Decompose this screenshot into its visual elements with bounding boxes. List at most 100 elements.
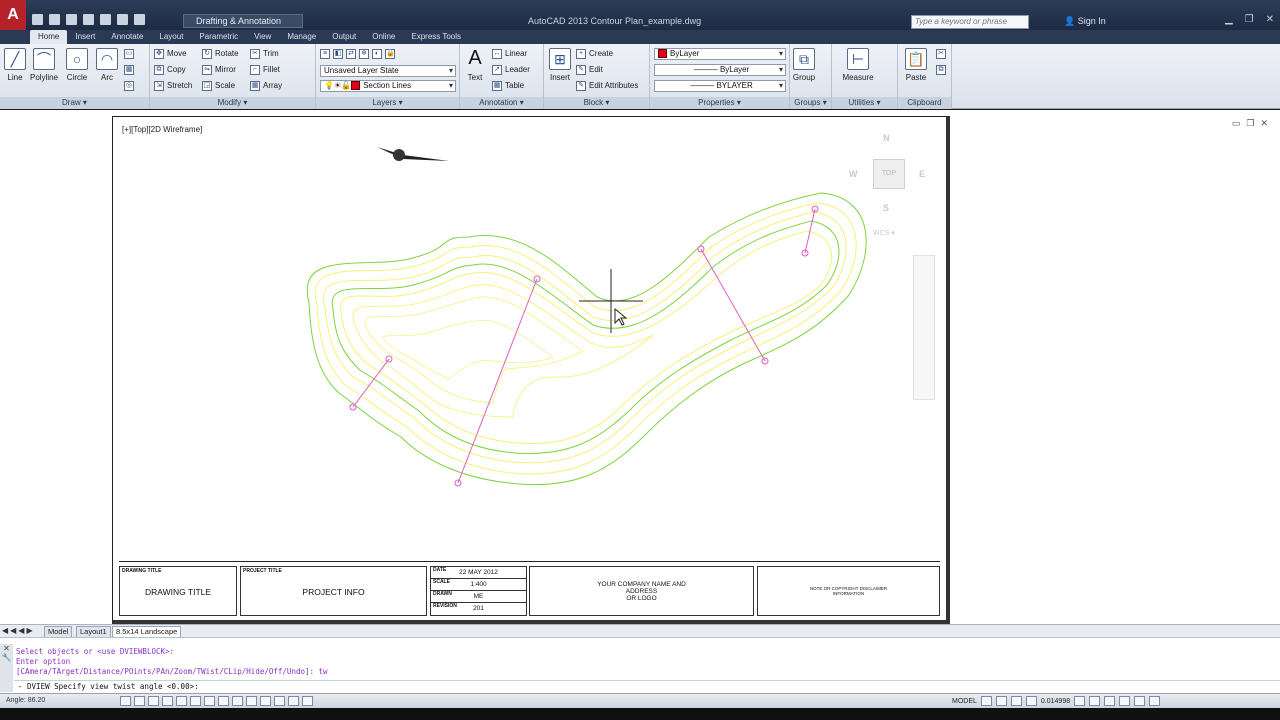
layout-nav-arrows-icon[interactable]: ◀◀◀▶ xyxy=(2,626,35,635)
rectangle-button[interactable]: ▭ xyxy=(124,49,137,59)
viewcube-top-face[interactable]: TOP xyxy=(873,159,905,189)
contour-drawing[interactable] xyxy=(113,117,947,557)
minimize-icon[interactable]: ▁ xyxy=(1225,14,1233,25)
linetype-dropdown[interactable]: ——— ByLayer xyxy=(654,64,786,76)
text-button[interactable]: A Text xyxy=(464,48,486,82)
array-button[interactable]: ▦ Array xyxy=(250,81,282,91)
restore-icon[interactable]: ❐ xyxy=(1245,14,1254,25)
layer-isolate-icon[interactable]: ◧ xyxy=(333,49,343,59)
open-icon[interactable] xyxy=(49,14,60,25)
circle-button[interactable]: ○ Circle xyxy=(64,48,90,82)
tab-online[interactable]: Online xyxy=(364,30,403,44)
mirror-button[interactable]: ⇋ Mirror xyxy=(202,65,236,75)
tab-annotate[interactable]: Annotate xyxy=(103,30,151,44)
compass-north[interactable]: N xyxy=(883,133,890,143)
object-snap-tracking-icon[interactable] xyxy=(218,696,229,706)
lineweight-icon[interactable] xyxy=(260,696,271,706)
tab-parametric[interactable]: Parametric xyxy=(191,30,246,44)
table-button[interactable]: ▦ Table xyxy=(492,81,524,91)
viewcube[interactable]: N W TOP E S WCS ▾ xyxy=(843,117,953,247)
sign-in-button[interactable]: 👤 Sign In xyxy=(1064,16,1106,27)
save-as-icon[interactable] xyxy=(83,14,94,25)
polyline-button[interactable]: ⌒ Polyline xyxy=(28,48,60,82)
drawing-restore-icon[interactable]: ❐ xyxy=(1246,118,1254,129)
drawing-area[interactable]: ▭ ❐ ✕ [+][Top][2D Wireframe] N W TOP E S… xyxy=(0,110,1280,624)
annotation-panel-title[interactable]: Annotation ▾ xyxy=(460,97,543,109)
lineweight-dropdown[interactable]: ——— BYLAYER xyxy=(654,80,786,92)
tab-insert[interactable]: Insert xyxy=(67,30,103,44)
new-icon[interactable] xyxy=(32,14,43,25)
tab-view[interactable]: View xyxy=(246,30,279,44)
edit-block-button[interactable]: ✎ Edit xyxy=(576,65,603,75)
infer-constraints-icon[interactable] xyxy=(120,696,131,706)
layer-lock-icon[interactable]: 🔒 xyxy=(385,49,395,59)
workspace-dropdown[interactable]: Drafting & Annotation xyxy=(183,14,303,28)
tab-manage[interactable]: Manage xyxy=(279,30,324,44)
plot-icon[interactable] xyxy=(100,14,111,25)
tab-output[interactable]: Output xyxy=(324,30,364,44)
save-icon[interactable] xyxy=(66,14,77,25)
move-button[interactable]: ✥ Move xyxy=(154,49,187,59)
drawing-minimize-icon[interactable]: ▭ xyxy=(1232,118,1241,129)
model-space-toggle[interactable]: MODEL xyxy=(952,698,977,705)
close-icon[interactable]: ✕ xyxy=(1266,14,1274,25)
selection-cycling-icon[interactable] xyxy=(302,696,313,706)
trim-button[interactable]: ✂ Trim xyxy=(250,49,279,59)
cut-button[interactable]: ✂ xyxy=(936,49,949,59)
3d-object-snap-icon[interactable] xyxy=(204,696,215,706)
hatch-button[interactable]: ▦ xyxy=(124,65,137,75)
hardware-acceleration-icon[interactable] xyxy=(1134,696,1146,706)
tab-layout[interactable]: Layout xyxy=(151,30,191,44)
properties-panel-title[interactable]: Properties ▾ xyxy=(650,97,789,109)
layer-dropdown[interactable]: 💡☀🔓 Section Lines xyxy=(320,80,456,92)
annotation-scale-value[interactable]: 0.014998 xyxy=(1041,698,1070,705)
dynamic-input-icon[interactable] xyxy=(246,696,257,706)
layer-off-icon[interactable]: ◐ xyxy=(372,49,382,59)
search-input[interactable]: Type a keyword or phrase xyxy=(911,15,1029,29)
rotate-button[interactable]: ↻ Rotate xyxy=(202,49,239,59)
wcs-menu[interactable]: WCS ▾ xyxy=(873,229,895,237)
create-block-button[interactable]: + Create xyxy=(576,49,613,59)
layer-properties-icon[interactable]: ≡ xyxy=(320,49,330,59)
arc-button[interactable]: ◠ Arc xyxy=(95,48,119,82)
insert-block-button[interactable]: ⊞ Insert xyxy=(547,48,573,82)
tab-landscape[interactable]: 8.5x14 Landscape xyxy=(112,626,182,637)
annotation-visibility-icon[interactable] xyxy=(1074,696,1086,706)
command-input[interactable]: - DVIEW Specify view twist angle <0.00>: xyxy=(14,680,1280,692)
tab-home[interactable]: Home xyxy=(30,30,68,44)
compass-east[interactable]: E xyxy=(919,169,925,179)
quick-view-drawings-icon[interactable] xyxy=(995,696,1007,706)
drawing-close-icon[interactable]: ✕ xyxy=(1260,118,1268,129)
workspace-switching-icon[interactable] xyxy=(1089,696,1101,706)
groups-panel-title[interactable]: Groups ▾ xyxy=(790,97,831,109)
layer-match-icon[interactable]: ⇄ xyxy=(346,49,356,59)
measure-button[interactable]: ⊢ Measure xyxy=(840,48,876,82)
clipboard-panel-title[interactable]: Clipboard xyxy=(898,97,951,109)
clean-screen-icon[interactable] xyxy=(1149,696,1161,706)
lock-icon[interactable] xyxy=(1104,696,1116,706)
copy-clip-button[interactable]: ⧉ xyxy=(936,65,949,75)
group-button[interactable]: ⧉ Group xyxy=(792,48,816,82)
compass-south[interactable]: S xyxy=(883,203,889,213)
tab-express-tools[interactable]: Express Tools xyxy=(403,30,469,44)
tab-layout1[interactable]: Layout1 xyxy=(76,626,111,637)
isolate-objects-icon[interactable] xyxy=(1119,696,1131,706)
leader-button[interactable]: ↗ Leader xyxy=(492,65,530,75)
stretch-button[interactable]: ⇲ Stretch xyxy=(154,81,192,91)
line-button[interactable]: ╱ Line xyxy=(4,48,26,82)
layer-freeze-icon[interactable]: ❄ xyxy=(359,49,369,59)
quick-view-layouts-icon[interactable] xyxy=(980,696,992,706)
ellipse-button[interactable]: ◎ xyxy=(124,81,137,91)
linear-dimension-button[interactable]: ↔ Linear xyxy=(492,49,527,59)
block-panel-title[interactable]: Block ▾ xyxy=(544,97,649,109)
dynamic-ucs-icon[interactable] xyxy=(232,696,243,706)
layers-panel-title[interactable]: Layers ▾ xyxy=(316,97,459,109)
navigation-bar[interactable] xyxy=(913,255,935,400)
tab-model[interactable]: Model xyxy=(44,626,73,637)
modify-panel-title[interactable]: Modify ▾ xyxy=(150,97,315,109)
color-dropdown[interactable]: ByLayer xyxy=(654,48,786,60)
snap-mode-icon[interactable] xyxy=(134,696,145,706)
polar-tracking-icon[interactable] xyxy=(176,696,187,706)
redo-icon[interactable] xyxy=(134,14,145,25)
object-snap-icon[interactable] xyxy=(190,696,201,706)
